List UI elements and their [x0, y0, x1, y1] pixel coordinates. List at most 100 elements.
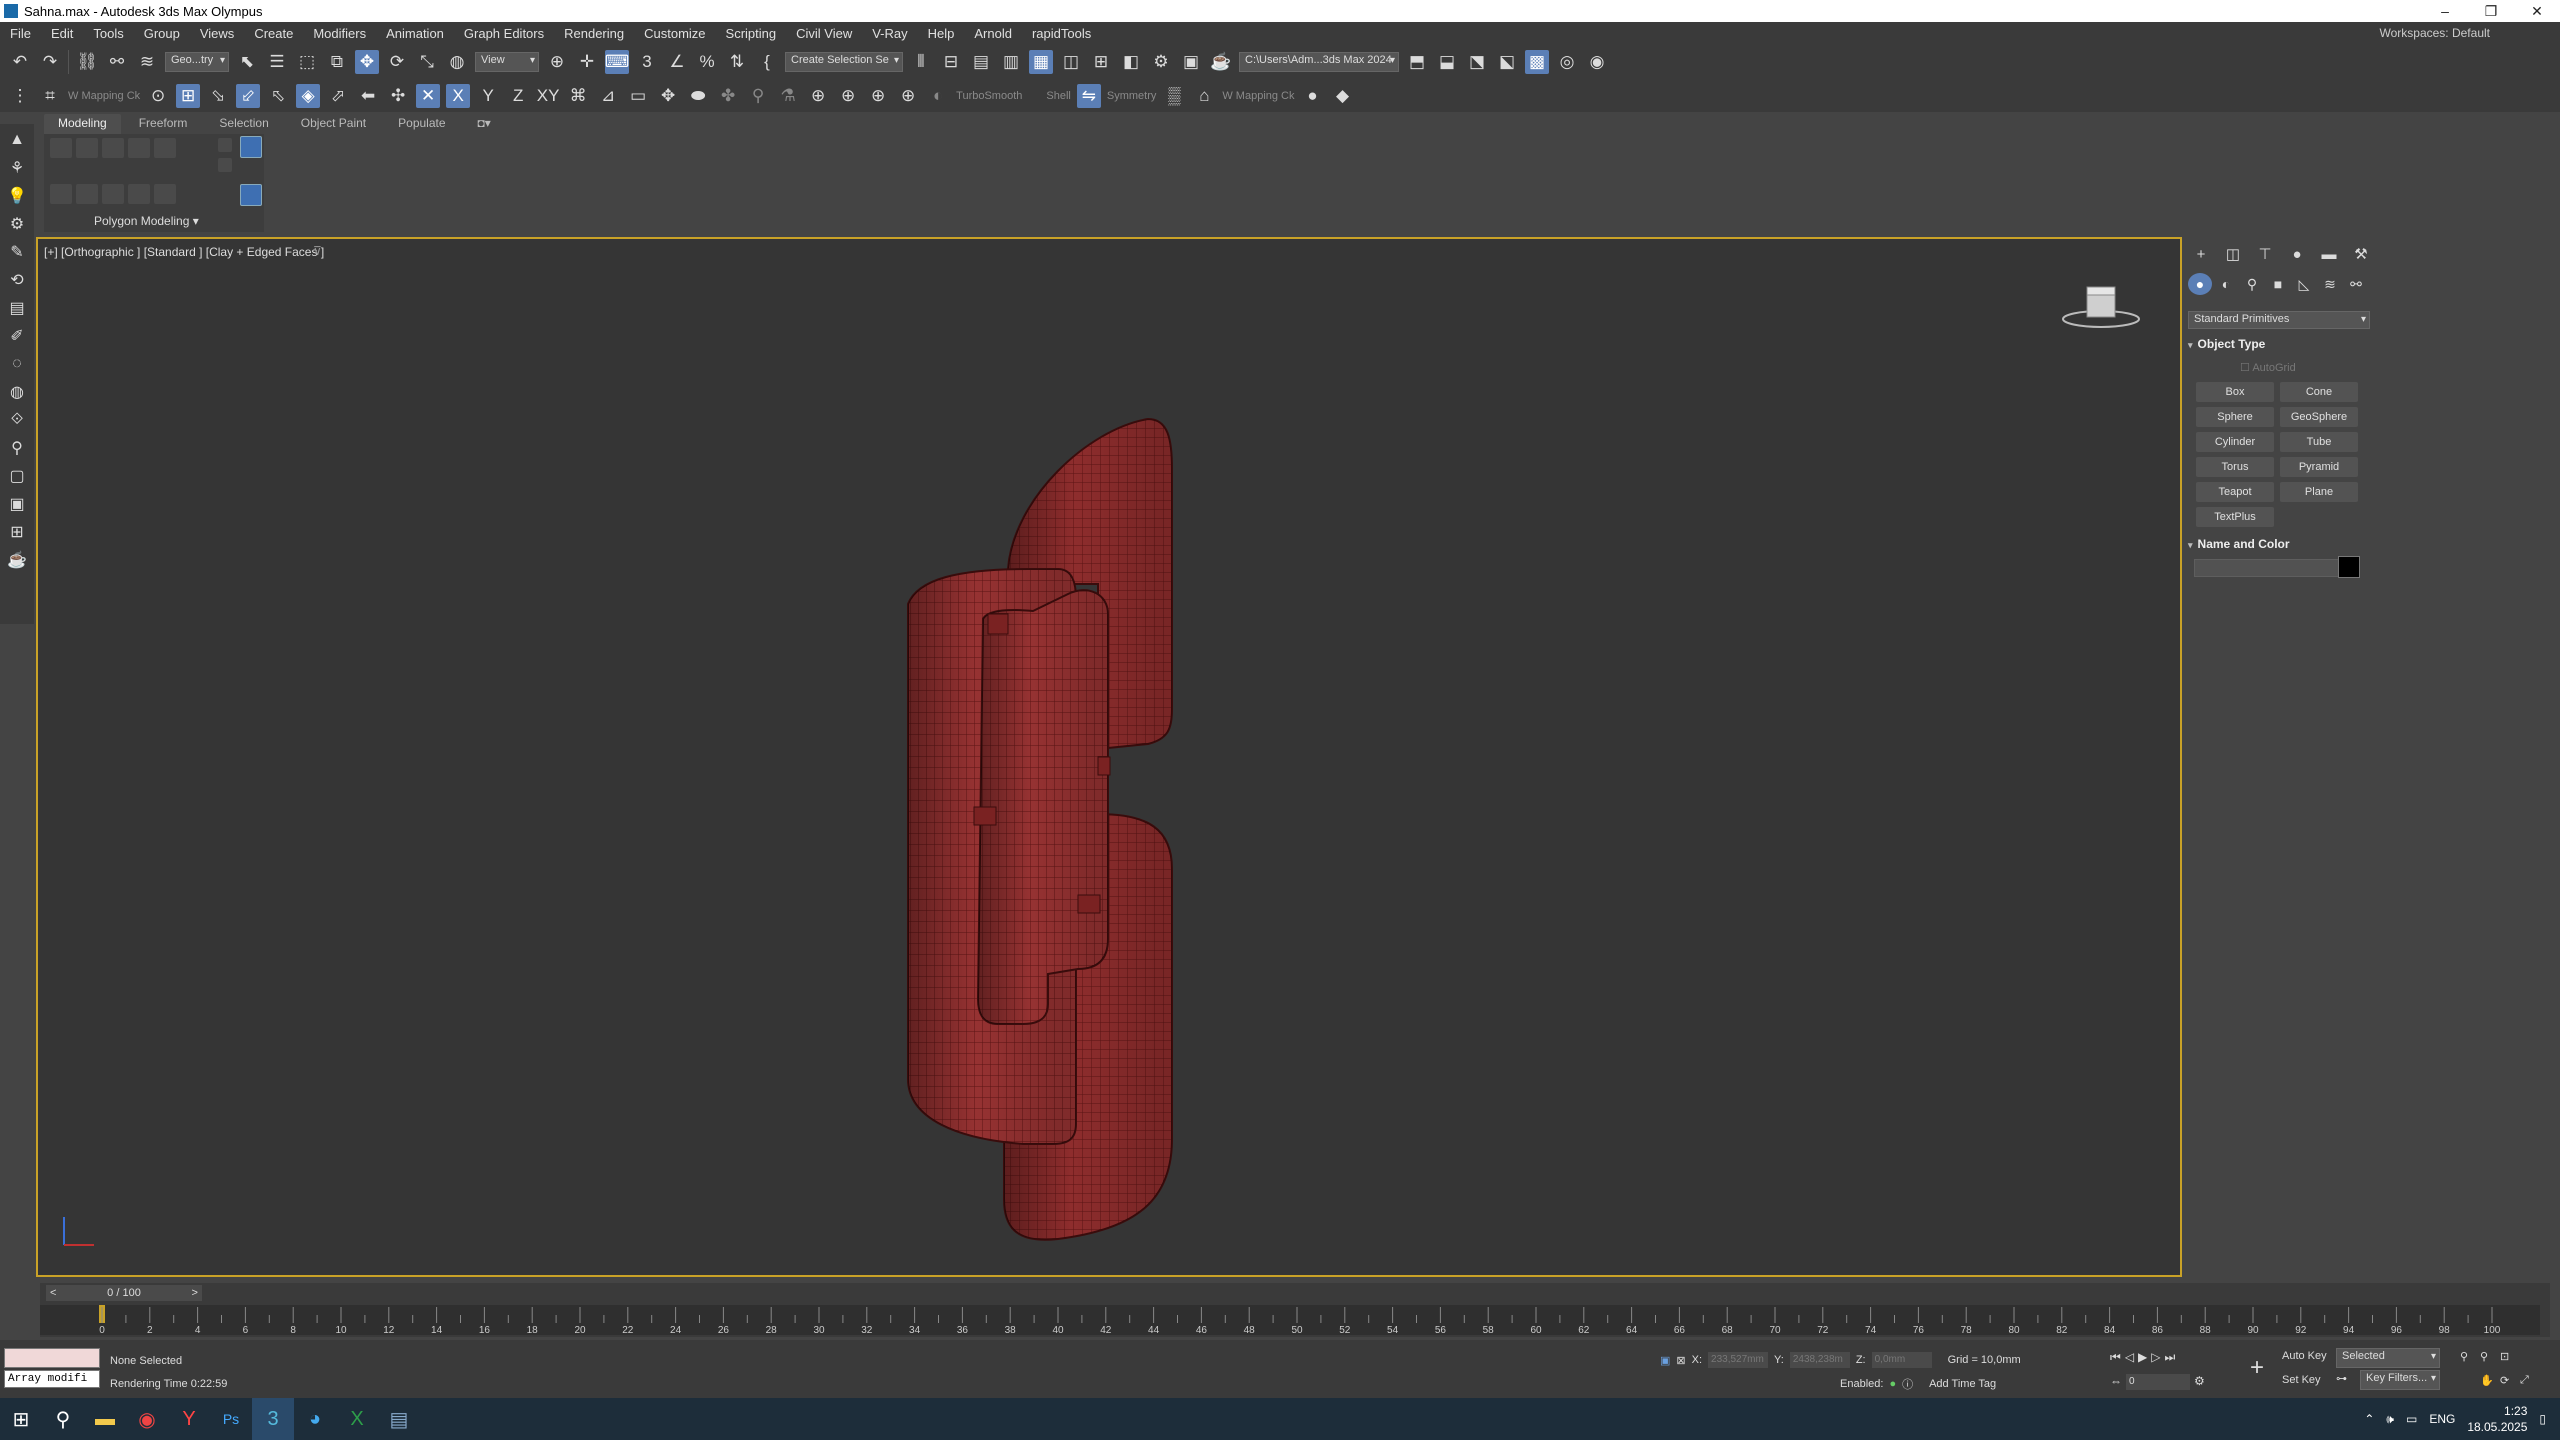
brush-icon[interactable]: ✎: [5, 240, 29, 264]
workspaces[interactable]: Workspaces: Default: [2379, 26, 2560, 40]
chrome-icon[interactable]: ◉: [126, 1398, 168, 1440]
toggle-scene-explorer-icon[interactable]: ▤: [969, 50, 993, 74]
zoom-all-icon[interactable]: ⚲: [2480, 1350, 2488, 1363]
rotate-icon[interactable]: ⟳: [385, 50, 409, 74]
cylinder-button[interactable]: Cylinder: [2196, 432, 2274, 452]
select-object-icon[interactable]: ⬉: [235, 50, 259, 74]
time-slider[interactable]: < 0 / 100 >: [46, 1285, 202, 1301]
axis-z-icon[interactable]: Z: [506, 84, 530, 108]
snap-vertex-icon[interactable]: ⬂: [206, 84, 230, 108]
ribbon-tool5-button[interactable]: [154, 184, 176, 204]
viewport-layout-icon[interactable]: ⊞: [5, 520, 29, 544]
play-icon[interactable]: ▶: [2138, 1350, 2147, 1365]
time-config-icon[interactable]: ⚙: [2194, 1374, 2205, 1390]
messenger-icon[interactable]: ◕: [294, 1398, 336, 1440]
symmetry-label[interactable]: Symmetry: [1107, 90, 1157, 102]
ribbon-tool1-button[interactable]: [50, 184, 72, 204]
tab-object-paint[interactable]: Object Paint: [287, 114, 380, 134]
create-tab-icon[interactable]: +: [2188, 243, 2214, 265]
ribbon-small2-button[interactable]: [218, 158, 232, 172]
settings-icon[interactable]: ⚙: [5, 212, 29, 236]
render-production-icon[interactable]: ☕: [1209, 50, 1233, 74]
tray-chevron-icon[interactable]: ⌃: [2364, 1412, 2374, 1426]
layer-explorer-icon[interactable]: ▥: [999, 50, 1023, 74]
go-to-end-icon[interactable]: ⏭: [2165, 1350, 2176, 1365]
ribbon-small1-button[interactable]: [218, 138, 232, 152]
toggle-ribbon-icon[interactable]: ▦: [1029, 50, 1053, 74]
zoom-icon[interactable]: ⚲: [2460, 1350, 2468, 1363]
modify-panel-icon[interactable]: ⚘: [5, 156, 29, 180]
axis-constraint-icon[interactable]: ✕: [416, 84, 441, 108]
viewcube-icon[interactable]: [2056, 275, 2146, 335]
angle-snap-icon[interactable]: ∠: [665, 50, 689, 74]
snap-perp-icon[interactable]: ⬅: [356, 84, 380, 108]
ribbon-edge-button[interactable]: [76, 138, 98, 158]
tool-icon-1[interactable]: ⌘: [566, 84, 590, 108]
tube-button[interactable]: Tube: [2280, 432, 2358, 452]
orbit-icon[interactable]: ◌: [5, 352, 29, 376]
3dsmax-icon[interactable]: 3: [252, 1398, 294, 1440]
project-icon-1[interactable]: ⬒: [1405, 50, 1429, 74]
menu-civil-view[interactable]: Civil View: [786, 26, 862, 41]
lights-icon[interactable]: ⚲: [2240, 273, 2264, 295]
photoshop-icon[interactable]: Ps: [210, 1398, 252, 1440]
tool-icon-5[interactable]: ⬬: [686, 84, 710, 108]
maxscript-listener[interactable]: [4, 1348, 100, 1368]
close-icon[interactable]: ✕: [2514, 3, 2560, 20]
named-selection-edit-icon[interactable]: {: [755, 50, 779, 74]
set-key-big-icon[interactable]: +: [2250, 1354, 2264, 1382]
excel-icon[interactable]: X: [336, 1398, 378, 1440]
curve-editor-icon[interactable]: ◫: [1059, 50, 1083, 74]
place-icon[interactable]: ◍: [445, 50, 469, 74]
ribbon-options-icon[interactable]: ◘▾: [464, 114, 505, 134]
pyramid-button[interactable]: Pyramid: [2280, 457, 2358, 477]
ribbon-border-button[interactable]: [102, 138, 124, 158]
geosphere-button[interactable]: GeoSphere: [2280, 407, 2358, 427]
sphere-tool-icon[interactable]: ●: [1301, 84, 1325, 108]
frame-icon[interactable]: ▢: [5, 464, 29, 488]
checker-icon[interactable]: ▒: [1162, 84, 1186, 108]
ribbon-stack-button[interactable]: [240, 184, 262, 206]
rendered-frame-window-icon[interactable]: ▣: [1179, 50, 1203, 74]
systems-icon[interactable]: ⚯: [2344, 273, 2368, 295]
percent-snap-icon[interactable]: %: [695, 50, 719, 74]
menu-vray[interactable]: V-Ray: [862, 26, 917, 41]
scale-icon[interactable]: ⤡: [415, 50, 439, 74]
yandex-icon[interactable]: Y: [168, 1398, 210, 1440]
tool-icon-9[interactable]: ⊕: [806, 84, 830, 108]
mapping-icon[interactable]: ⌗: [38, 84, 62, 108]
menu-file[interactable]: File: [0, 26, 41, 41]
ribbon-element-button[interactable]: [154, 138, 176, 158]
mapping2-label[interactable]: W Mapping Ck: [1222, 90, 1294, 102]
select-region-icon[interactable]: ⊙: [146, 84, 170, 108]
axis-x-icon[interactable]: X: [446, 84, 471, 108]
torus-button[interactable]: Torus: [2196, 457, 2274, 477]
next-frame-key-icon[interactable]: ▷: [2151, 1350, 2160, 1365]
absolute-mode-icon[interactable]: ⊠: [1676, 1354, 1685, 1367]
turbosmooth-icon[interactable]: ◐: [926, 84, 950, 108]
tab-modeling[interactable]: Modeling: [44, 114, 121, 134]
keyboard-shortcut-override-icon[interactable]: ⌨: [605, 50, 629, 74]
set-key-button[interactable]: Set Key: [2282, 1374, 2321, 1386]
object-name-input[interactable]: [2194, 559, 2344, 577]
menu-modifiers[interactable]: Modifiers: [303, 26, 376, 41]
pan-view-icon[interactable]: ✋: [2480, 1374, 2494, 1387]
box-tool-icon[interactable]: ◆: [1331, 84, 1355, 108]
vray-icon-2[interactable]: ◉: [1585, 50, 1609, 74]
language-indicator[interactable]: ENG: [2429, 1412, 2455, 1426]
name-color-rollout[interactable]: ▾ Name and Color: [2188, 537, 2362, 555]
menu-rendering[interactable]: Rendering: [554, 26, 634, 41]
render-setup-icon[interactable]: ⚙: [1149, 50, 1173, 74]
add-time-tag[interactable]: Add Time Tag: [1929, 1378, 1996, 1390]
paint-icon[interactable]: ✐: [5, 324, 29, 348]
enabled-toggle-icon[interactable]: ●: [1889, 1378, 1896, 1390]
tool-icon-12[interactable]: ⊕: [896, 84, 920, 108]
tab-populate[interactable]: Populate: [384, 114, 459, 134]
menu-customize[interactable]: Customize: [634, 26, 715, 41]
rotate-view-icon[interactable]: ⟲: [5, 268, 29, 292]
volume-icon[interactable]: 🕪: [2386, 1412, 2394, 1427]
menu-edit[interactable]: Edit: [41, 26, 83, 41]
file-explorer-icon[interactable]: ▬: [84, 1398, 126, 1440]
menu-scripting[interactable]: Scripting: [716, 26, 787, 41]
menu-rapidtools[interactable]: rapidTools: [1022, 26, 1101, 41]
